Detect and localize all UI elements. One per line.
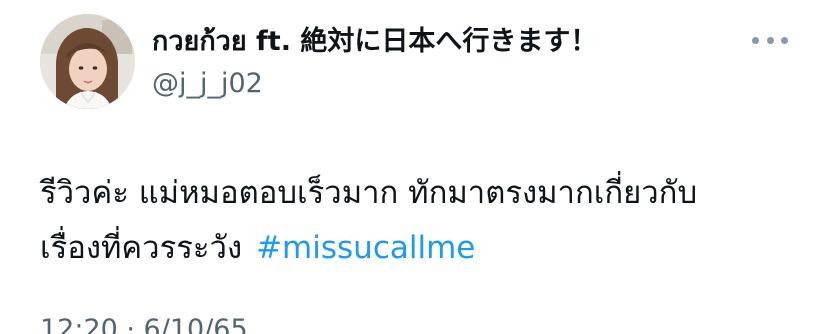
dot: [781, 36, 788, 44]
timestamp[interactable]: 12:20 · 6/10/65: [40, 313, 248, 334]
user-handle[interactable]: @j_j_j02: [152, 67, 263, 101]
dot: [752, 36, 759, 44]
avatar-photo: [40, 14, 135, 109]
tweet-text-line-1: รีวิวค่ะ แม่หมอตอบเร็วมาก ทักมาตรงมากเกี…: [40, 175, 698, 211]
dot: [766, 36, 774, 44]
display-name[interactable]: กวยก้วย ft. 絶対に日本へ行きます！: [152, 24, 597, 60]
tweet-text-line-2-text: เรื่องที่ควรระวัง: [40, 230, 243, 266]
tweet: กวยก้วย ft. 絶対に日本へ行きます！ @j_j_j02 รีวิวค่…: [0, 0, 828, 334]
tweet-text-line-2: เรื่องที่ควรระวัง #missucallme: [40, 221, 820, 276]
more-options-icon[interactable]: [752, 28, 788, 52]
hashtag-link[interactable]: #missucallme: [256, 230, 475, 266]
avatar[interactable]: [40, 14, 135, 109]
tweet-text: รีวิวค่ะ แม่หมอตอบเร็วมาก ทักมาตรงมากเกี…: [40, 166, 820, 276]
